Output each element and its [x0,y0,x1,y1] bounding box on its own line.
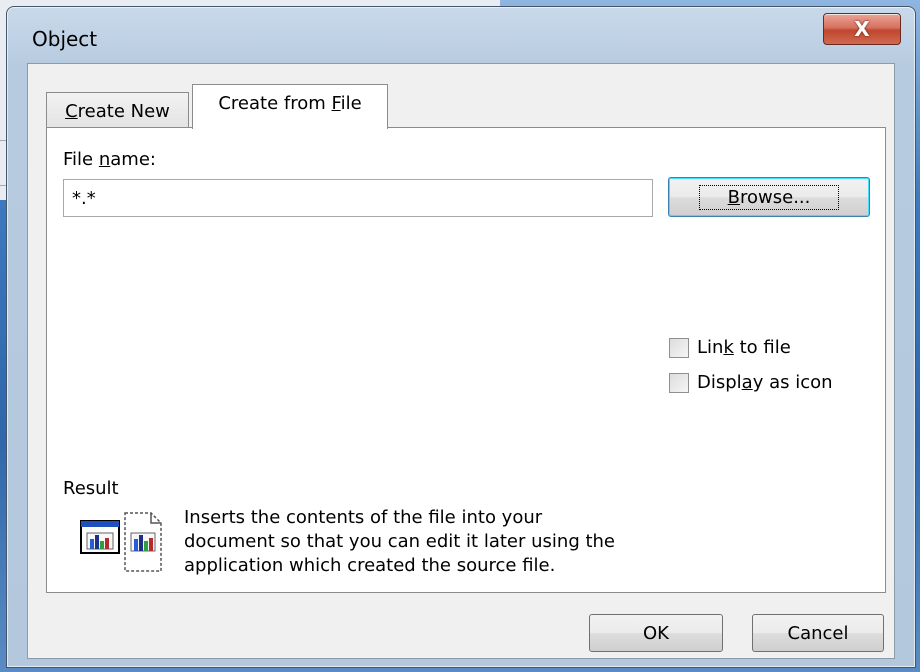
display-as-icon-option[interactable]: Display as icon [669,372,833,393]
result-line: Inserts the contents of the file into yo… [184,507,543,528]
tab-mnemonic: C [65,101,78,122]
display-as-icon-label: Display as icon [697,372,833,393]
cancel-button[interactable]: Cancel [752,614,884,652]
link-to-file-option[interactable]: Link to file [669,337,791,358]
display-as-icon-checkbox[interactable] [669,372,689,393]
tab-panel: File name: Browse... Link to file Displa… [46,127,886,593]
object-dialog: Object X Create New Create from File Fil… [6,6,916,668]
browse-button-label: Browse... [698,184,840,210]
tab-label-prefix: Create from [218,93,332,114]
close-icon: X [854,17,870,41]
tab-create-new[interactable]: Create New [46,92,189,128]
result-line: document so that you can edit it later u… [184,531,616,552]
file-name-input[interactable] [63,179,653,217]
link-to-file-checkbox[interactable] [669,337,689,358]
dialog-title: Object [32,27,98,51]
file-name-label: File name: [63,149,156,170]
ok-button[interactable]: OK [589,614,723,652]
result-line: application which created the source fil… [184,555,556,576]
close-button[interactable]: X [823,13,901,45]
result-label: Result [63,478,119,499]
result-description: Inserts the contents of the file into yo… [184,506,664,578]
tab-label: reate New [77,101,170,122]
link-to-file-label: Link to file [697,337,791,358]
tab-create-from-file[interactable]: Create from File [192,84,388,129]
tab-mnemonic: F [331,93,341,114]
browse-button[interactable]: Browse... [668,177,870,217]
tab-label-rest: ile [340,93,362,114]
dialog-client-area: Create New Create from File File name: B… [27,63,895,659]
embedded-object-icon [80,512,162,572]
